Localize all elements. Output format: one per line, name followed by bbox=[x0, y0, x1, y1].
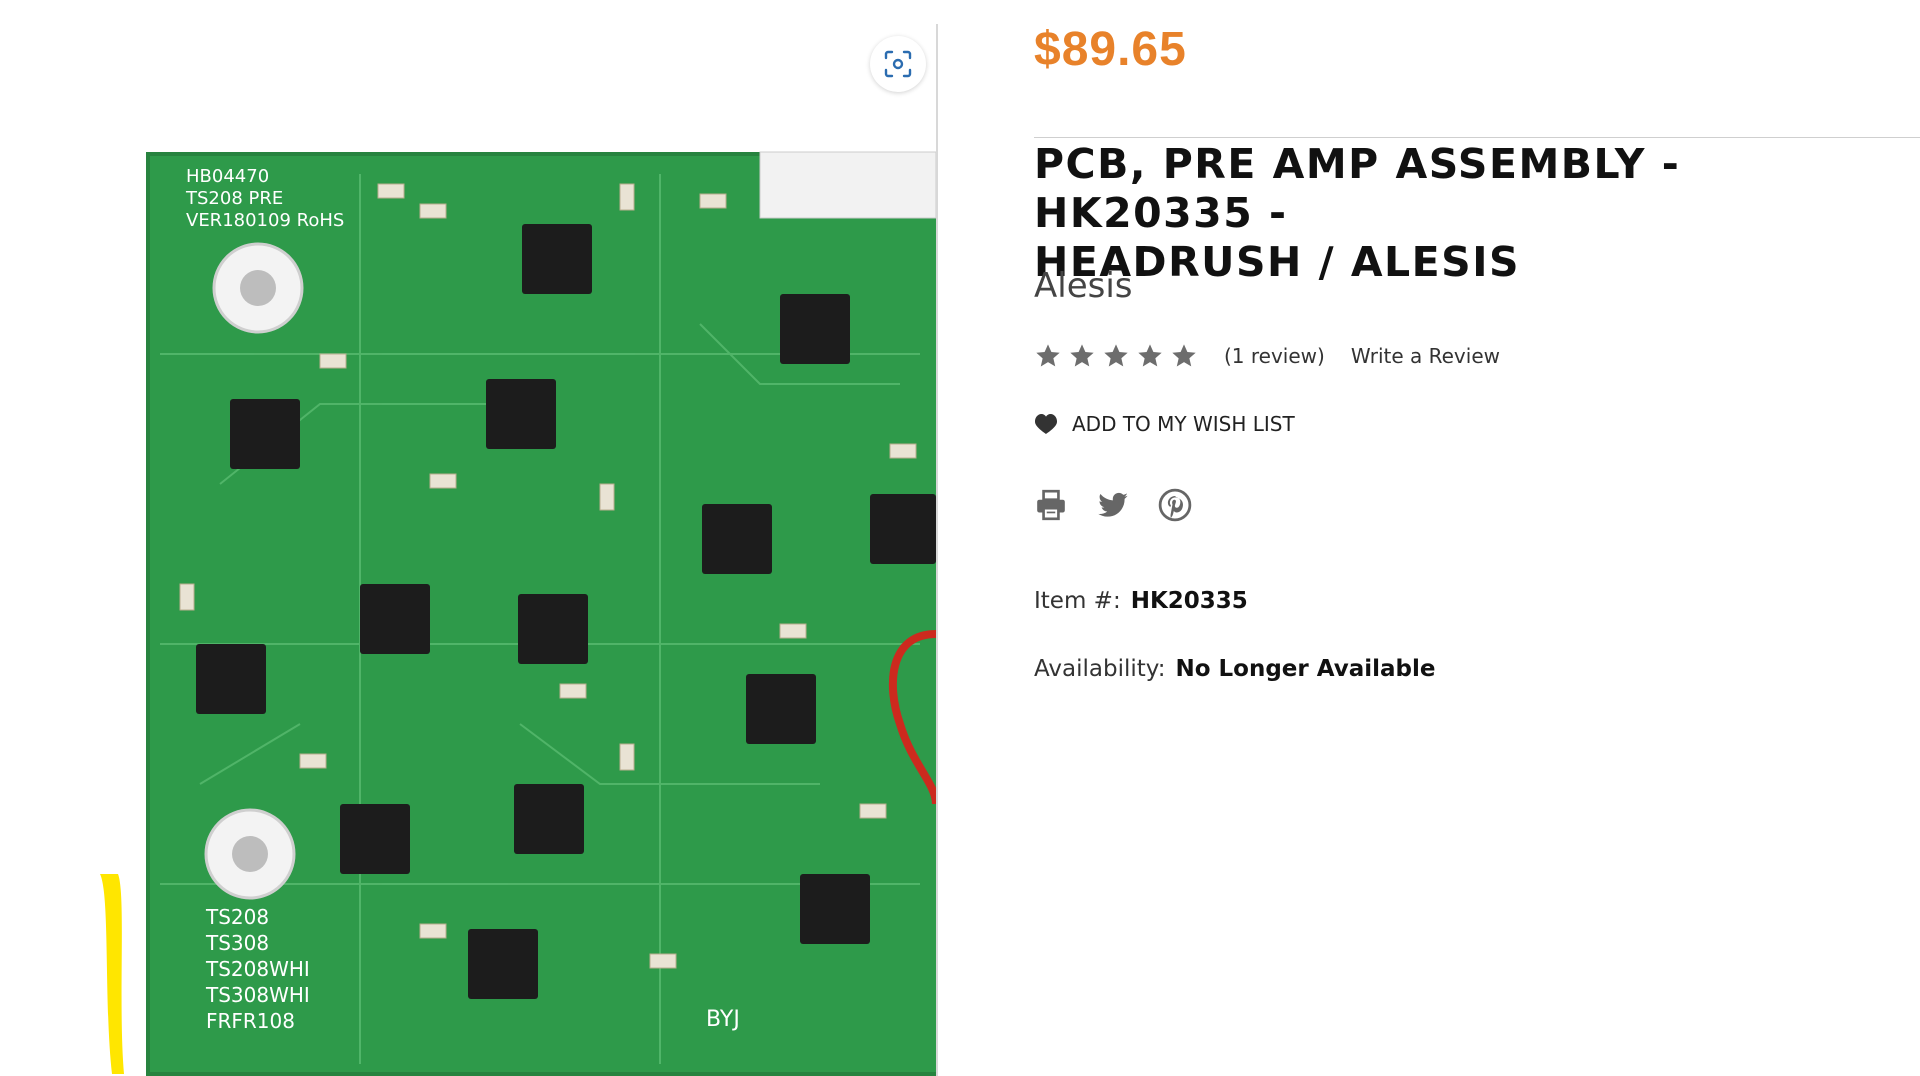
variant-label-5: FRFR108 bbox=[206, 1009, 295, 1033]
share-row bbox=[1034, 488, 1192, 522]
star-icon bbox=[1172, 344, 1196, 367]
availability: Availability: No Longer Available bbox=[1034, 656, 1435, 682]
item-number-value: HK20335 bbox=[1130, 588, 1248, 614]
zoom-button[interactable] bbox=[870, 36, 926, 92]
variant-label-4: TS308WHI bbox=[205, 983, 310, 1007]
yellow-highlight-mark bbox=[100, 874, 124, 1074]
pinterest-icon[interactable] bbox=[1158, 488, 1192, 522]
silkscreen-line-1: HB04470 bbox=[186, 166, 269, 187]
variant-label-1: TS208 bbox=[205, 905, 269, 929]
product-price: $89.65 bbox=[1034, 23, 1187, 76]
product-title-line-1: PCB, PRE AMP ASSEMBLY - HK20335 - bbox=[1034, 140, 1681, 237]
item-number-label: Item #: bbox=[1034, 588, 1121, 614]
star-icon bbox=[1138, 344, 1162, 367]
variant-label-2: TS308 bbox=[205, 931, 269, 955]
star-icon bbox=[1070, 344, 1094, 367]
star-icon bbox=[1036, 344, 1060, 367]
availability-label: Availability: bbox=[1034, 656, 1166, 682]
review-count-link[interactable]: (1 review) bbox=[1224, 344, 1325, 368]
add-to-wishlist-button[interactable]: ADD TO MY WISH LIST bbox=[1034, 412, 1295, 436]
item-number: Item #: HK20335 bbox=[1034, 588, 1248, 614]
product-image[interactable]: HB04470 TS208 PRE VER180109 RoHS TS208 T… bbox=[0, 24, 936, 1076]
board-mark: BYJ bbox=[706, 1007, 740, 1032]
price-divider bbox=[1034, 137, 1920, 138]
product-brand[interactable]: Alesis bbox=[1034, 266, 1133, 306]
write-review-link[interactable]: Write a Review bbox=[1351, 344, 1500, 368]
star-rating bbox=[1034, 342, 1198, 370]
print-icon[interactable] bbox=[1034, 488, 1068, 522]
variant-label-3: TS208WHI bbox=[205, 957, 310, 981]
rating-row: (1 review) Write a Review bbox=[1034, 342, 1500, 370]
silkscreen-line-2: TS208 PRE bbox=[185, 188, 283, 209]
product-title-line-2: HEADRUSH / ALESIS bbox=[1034, 238, 1520, 286]
zoom-scan-icon bbox=[884, 50, 912, 78]
star-icon bbox=[1104, 344, 1128, 367]
silkscreen-line-3: VER180109 RoHS bbox=[186, 210, 344, 231]
product-title: PCB, PRE AMP ASSEMBLY - HK20335 - HEADRU… bbox=[1034, 140, 1894, 287]
heart-icon bbox=[1034, 414, 1058, 434]
wishlist-label: ADD TO MY WISH LIST bbox=[1072, 412, 1295, 436]
twitter-icon[interactable] bbox=[1096, 488, 1130, 522]
availability-value: No Longer Available bbox=[1175, 656, 1436, 682]
